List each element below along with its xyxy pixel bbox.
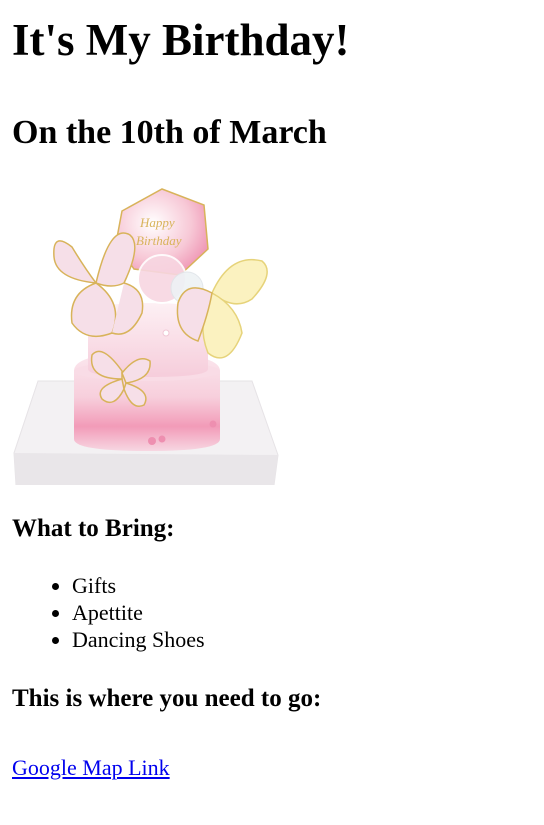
bring-item-apettite: Apettite <box>72 599 532 626</box>
page-subtitle: On the 10th of March <box>12 113 327 151</box>
google-map-link[interactable]: Google Map Link <box>12 755 170 781</box>
cake-image: Happy Birthday <box>12 183 284 486</box>
bring-item-dancing-shoes: Dancing Shoes <box>72 626 532 653</box>
cake-illustration: Happy Birthday <box>13 188 279 486</box>
butterfly-left <box>53 232 144 337</box>
svg-text:Happy: Happy <box>139 215 175 230</box>
svg-text:Birthday: Birthday <box>136 233 182 248</box>
page: It's My Birthday! On the 10th of March H… <box>0 15 544 781</box>
bring-heading: What to Bring: <box>12 514 175 542</box>
page-title: It's My Birthday! <box>12 15 350 65</box>
location-heading: This is where you need to go: <box>12 685 322 713</box>
bring-item-gifts: Gifts <box>72 572 532 599</box>
bring-list: Gifts Apettite Dancing Shoes <box>12 572 532 653</box>
